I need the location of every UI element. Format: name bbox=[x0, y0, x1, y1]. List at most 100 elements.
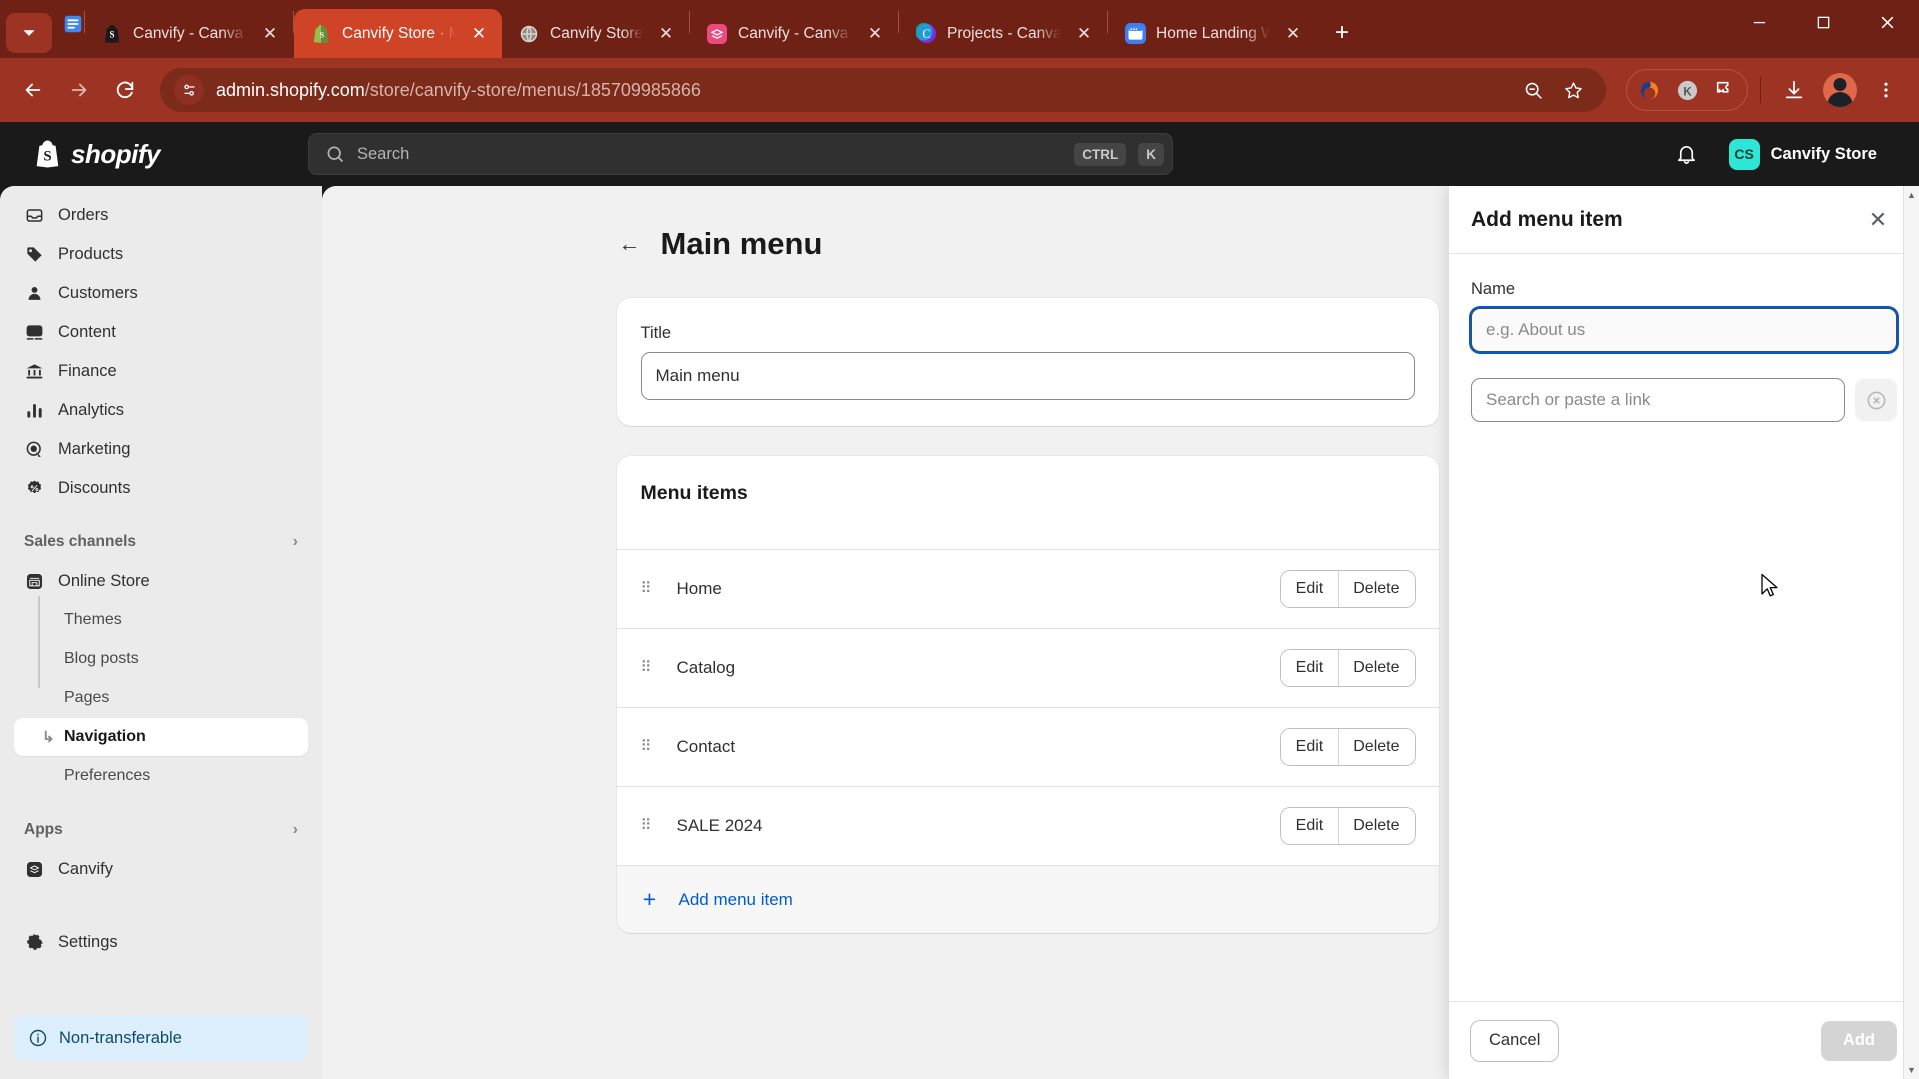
menu-item-label: Home bbox=[676, 579, 722, 598]
browser-tab[interactable]: C Projects - Canva ✕ bbox=[899, 9, 1107, 58]
store-menu-button[interactable]: CS Canvify Store bbox=[1719, 134, 1887, 175]
close-icon[interactable]: ✕ bbox=[653, 21, 679, 47]
tab-title: Canvify Store bbox=[550, 24, 644, 42]
shopify-wordmark: shopify bbox=[71, 138, 160, 169]
sidebar-item-settings[interactable]: Settings bbox=[14, 923, 308, 961]
sidebar-item-preferences[interactable]: Preferences bbox=[14, 757, 308, 795]
sidebar-item-marketing[interactable]: Marketing bbox=[14, 430, 308, 468]
sidebar-item-discounts[interactable]: Discounts bbox=[14, 469, 308, 507]
chevron-right-icon[interactable]: › bbox=[293, 821, 298, 839]
profile-avatar-icon[interactable] bbox=[1819, 69, 1861, 111]
shopify-green-bag-icon: S bbox=[310, 23, 332, 45]
close-icon[interactable]: ✕ bbox=[1071, 21, 1097, 47]
url-path: /store/canvify-store/menus/185709985866 bbox=[364, 79, 701, 100]
sidebar-item-blog-posts[interactable]: Blog posts bbox=[14, 640, 308, 678]
sidebar-item-finance[interactable]: Finance bbox=[14, 352, 308, 390]
page-scrollbar[interactable]: ▲ ▼ bbox=[1903, 186, 1919, 1079]
browser-tab[interactable]: Canvify - Canva t ✕ bbox=[690, 9, 898, 58]
close-icon[interactable]: ✕ bbox=[1280, 21, 1306, 47]
edit-button[interactable]: Edit bbox=[1280, 571, 1339, 607]
maximize-button[interactable] bbox=[1791, 0, 1855, 44]
address-bar[interactable]: admin.shopify.com/store/canvify-store/me… bbox=[160, 68, 1606, 112]
page-title: Main menu bbox=[660, 226, 823, 261]
site-settings-icon[interactable] bbox=[174, 75, 204, 105]
delete-button[interactable]: Delete bbox=[1338, 808, 1415, 844]
sidebar-subitem-label: Blog posts bbox=[64, 650, 139, 667]
shopify-bag-icon: S bbox=[101, 23, 123, 45]
close-icon[interactable]: ✕ bbox=[1863, 205, 1893, 235]
delete-button[interactable]: Delete bbox=[1338, 650, 1415, 686]
browser-tab-active[interactable]: S Canvify Store · M ✕ bbox=[294, 9, 502, 58]
sidebar-item-orders[interactable]: Orders bbox=[14, 196, 308, 234]
gear-icon bbox=[24, 932, 44, 952]
title-input[interactable]: Main menu bbox=[640, 352, 1415, 400]
sidebar-item-pages[interactable]: Pages bbox=[14, 679, 308, 717]
chevron-right-icon[interactable]: › bbox=[293, 533, 298, 551]
notifications-bell-icon[interactable] bbox=[1669, 136, 1705, 172]
minimize-button[interactable] bbox=[1727, 0, 1791, 44]
browser-menu-icon[interactable] bbox=[1865, 69, 1907, 111]
drag-handle-icon[interactable]: ⠿ bbox=[641, 581, 659, 596]
simplelogin-icon[interactable] bbox=[1631, 72, 1667, 108]
delete-button[interactable]: Delete bbox=[1338, 729, 1415, 765]
close-icon[interactable]: ✕ bbox=[466, 21, 492, 47]
reload-button[interactable] bbox=[104, 69, 146, 111]
sidebar-item-content[interactable]: Content bbox=[14, 313, 308, 351]
add-menu-item-row[interactable]: + Add menu item bbox=[616, 865, 1439, 933]
sidebar-item-label: Content bbox=[58, 322, 116, 341]
sidebar-item-products[interactable]: Products bbox=[14, 235, 308, 273]
scroll-down-icon[interactable]: ▼ bbox=[1907, 1061, 1916, 1079]
drag-handle-icon[interactable]: ⠿ bbox=[641, 818, 659, 833]
sidebar-item-customers[interactable]: Customers bbox=[14, 274, 308, 312]
shopify-logo[interactable]: S shopify bbox=[18, 139, 308, 170]
table-row[interactable]: ⠿ Catalog Edit Delete bbox=[616, 628, 1439, 707]
table-row[interactable]: ⠿ Home Edit Delete bbox=[616, 549, 1439, 628]
edit-button[interactable]: Edit bbox=[1280, 650, 1339, 686]
bank-icon bbox=[24, 361, 44, 381]
link-search-input[interactable]: Search or paste a link bbox=[1471, 378, 1845, 422]
browser-tab[interactable]: Canvify Store ✕ bbox=[502, 9, 689, 58]
browser-tab[interactable]: Home Landing W ✕ bbox=[1108, 9, 1316, 58]
back-button[interactable] bbox=[12, 69, 54, 111]
sales-channels-label: Sales channels bbox=[24, 533, 137, 550]
keeper-icon[interactable]: K bbox=[1669, 72, 1705, 108]
sidebar-item-online-store[interactable]: Online Store bbox=[14, 562, 308, 600]
drag-handle-icon[interactable]: ⠿ bbox=[641, 739, 659, 754]
bookmark-star-icon[interactable] bbox=[1556, 73, 1590, 107]
zoom-out-icon[interactable] bbox=[1516, 73, 1550, 107]
storefront-icon bbox=[24, 571, 44, 591]
name-input[interactable]: e.g. About us bbox=[1471, 308, 1897, 352]
sidebar-item-themes[interactable]: Themes bbox=[14, 601, 308, 639]
browser-tab[interactable]: S Canvify - Canva P ✕ bbox=[85, 9, 293, 58]
sidebar-item-analytics[interactable]: Analytics bbox=[14, 391, 308, 429]
back-arrow-icon[interactable]: ← bbox=[617, 231, 643, 257]
close-icon[interactable]: ✕ bbox=[257, 21, 283, 47]
edit-button[interactable]: Edit bbox=[1280, 808, 1339, 844]
search-input[interactable]: Search CTRL K bbox=[308, 133, 1173, 175]
extensions-icon[interactable] bbox=[1707, 72, 1743, 108]
sidebar-item-canvify[interactable]: Canvify bbox=[14, 850, 308, 888]
url-text: admin.shopify.com/store/canvify-store/me… bbox=[216, 80, 1504, 101]
globe-icon bbox=[518, 23, 540, 45]
close-window-button[interactable] bbox=[1855, 0, 1919, 44]
cancel-button[interactable]: Cancel bbox=[1471, 1020, 1559, 1061]
edit-button[interactable]: Edit bbox=[1280, 729, 1339, 765]
table-row[interactable]: ⠿ Contact Edit Delete bbox=[616, 707, 1439, 786]
table-row[interactable]: ⠿ SALE 2024 Edit Delete bbox=[616, 786, 1439, 865]
sidebar-section-sales-channels[interactable]: Sales channels › bbox=[14, 522, 308, 562]
close-icon[interactable]: ✕ bbox=[862, 21, 888, 47]
non-transferable-label: Non-transferable bbox=[59, 1028, 182, 1047]
forward-button[interactable] bbox=[58, 69, 100, 111]
scroll-up-icon[interactable]: ▲ bbox=[1907, 186, 1916, 204]
reading-list-icon[interactable] bbox=[62, 0, 84, 53]
sidebar-item-navigation[interactable]: ↳ Navigation bbox=[14, 718, 308, 756]
clear-circle-icon[interactable] bbox=[1855, 379, 1897, 421]
sidebar-section-apps[interactable]: Apps › bbox=[14, 810, 308, 850]
drag-handle-icon[interactable]: ⠿ bbox=[641, 660, 659, 675]
download-icon[interactable] bbox=[1773, 69, 1815, 111]
name-field-label: Name bbox=[1471, 280, 1516, 298]
add-menu-item-link[interactable]: Add menu item bbox=[679, 890, 793, 910]
delete-button[interactable]: Delete bbox=[1338, 571, 1415, 607]
new-tab-button[interactable]: + bbox=[1322, 13, 1362, 53]
tab-search-button[interactable] bbox=[6, 13, 52, 53]
